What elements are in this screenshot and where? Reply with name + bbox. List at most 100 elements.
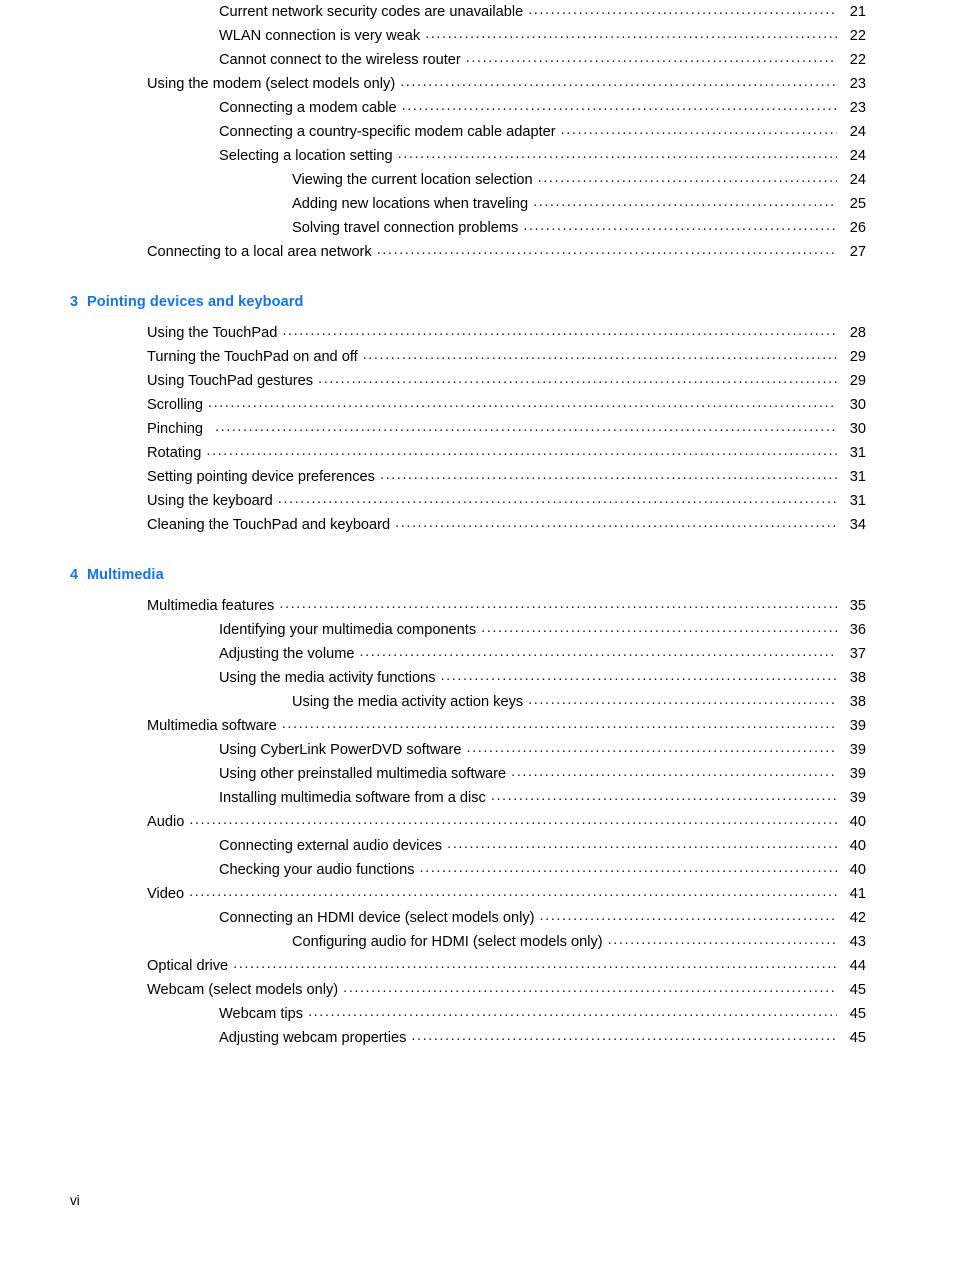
dot-leader xyxy=(206,446,837,460)
toc-entry[interactable]: Configuring audio for HDMI (select model… xyxy=(0,930,954,954)
toc-entry-title: Connecting to a local area network xyxy=(147,244,372,260)
table-of-contents: Current network security codes are unava… xyxy=(0,0,954,1050)
toc-entry[interactable]: Using other preinstalled multimedia soft… xyxy=(0,762,954,786)
toc-entry[interactable]: Solving travel connection problems 26 xyxy=(0,216,954,240)
toc-entry[interactable]: Multimedia software 39 xyxy=(0,714,954,738)
toc-entry[interactable]: Selecting a location setting 24 xyxy=(0,144,954,168)
toc-entry-title: Turning the TouchPad on and off xyxy=(147,349,358,365)
chapter-title: Multimedia xyxy=(87,567,164,583)
toc-entry[interactable]: Adding new locations when traveling 25 xyxy=(0,192,954,216)
toc-entry-page-number: 29 xyxy=(849,349,866,365)
toc-entry[interactable]: Identifying your multimedia components 36 xyxy=(0,618,954,642)
toc-entry[interactable]: Using the TouchPad 28 xyxy=(0,321,954,345)
toc-entry-title: Video xyxy=(147,886,185,902)
toc-entry-page-number: 40 xyxy=(849,814,866,830)
toc-entry-page-number: 43 xyxy=(849,934,866,950)
toc-entry[interactable]: Webcam (select models only) 45 xyxy=(0,978,954,1002)
toc-entry-title: Using the media activity functions xyxy=(219,670,436,686)
dot-leader xyxy=(377,245,837,259)
dot-leader xyxy=(395,518,837,532)
toc-entry-title: Solving travel connection problems xyxy=(292,220,519,236)
toc-entry-title: Configuring audio for HDMI (select model… xyxy=(292,934,603,950)
toc-entry-page-number: 42 xyxy=(849,910,866,926)
toc-entry-title: Current network security codes are unava… xyxy=(219,4,524,20)
toc-entry-page-number: 41 xyxy=(849,886,866,902)
chapter-heading[interactable]: 4 Multimedia xyxy=(0,563,954,587)
toc-entry[interactable]: Connecting a modem cable 23 xyxy=(0,96,954,120)
toc-entry[interactable]: Cleaning the TouchPad and keyboard 34 xyxy=(0,513,954,537)
toc-entry[interactable]: Pinching 30 xyxy=(0,417,954,441)
toc-entry-title: Connecting a modem cable xyxy=(219,100,397,116)
toc-entry-page-number: 31 xyxy=(849,469,866,485)
toc-entry-page-number: 31 xyxy=(849,493,866,509)
toc-entry[interactable]: Connecting a country-specific modem cabl… xyxy=(0,120,954,144)
toc-entry-page-number: 22 xyxy=(849,28,866,44)
toc-entry-page-number: 45 xyxy=(849,982,866,998)
toc-entry[interactable]: Video 41 xyxy=(0,882,954,906)
dot-leader xyxy=(308,1007,837,1021)
toc-entry[interactable]: Setting pointing device preferences 31 xyxy=(0,465,954,489)
toc-entry-title: Cleaning the TouchPad and keyboard xyxy=(147,517,391,533)
toc-entry-page-number: 29 xyxy=(849,373,866,389)
dot-leader xyxy=(540,911,837,925)
toc-entry[interactable]: Optical drive 44 xyxy=(0,954,954,978)
toc-entry[interactable]: Using CyberLink PowerDVD software 39 xyxy=(0,738,954,762)
toc-entry-title: Connecting external audio devices xyxy=(219,838,443,854)
toc-entry[interactable]: Adjusting the volume 37 xyxy=(0,642,954,666)
toc-entry-page-number: 44 xyxy=(849,958,866,974)
chapter-heading[interactable]: 3 Pointing devices and keyboard xyxy=(0,290,954,314)
toc-entry[interactable]: Adjusting webcam properties 45 xyxy=(0,1026,954,1050)
toc-entry[interactable]: Current network security codes are unava… xyxy=(0,0,954,24)
toc-entry[interactable]: Using the keyboard 31 xyxy=(0,489,954,513)
toc-entry[interactable]: Connecting an HDMI device (select models… xyxy=(0,906,954,930)
toc-entry[interactable]: Rotating 31 xyxy=(0,441,954,465)
dot-leader xyxy=(398,149,837,163)
toc-entry[interactable]: Webcam tips 45 xyxy=(0,1002,954,1026)
toc-entry-title: Adjusting webcam properties xyxy=(219,1030,407,1046)
toc-entry-title: Using the TouchPad xyxy=(147,325,278,341)
dot-leader xyxy=(538,173,837,187)
dot-leader xyxy=(528,5,837,19)
toc-entry[interactable]: Connecting to a local area network 27 xyxy=(0,240,954,264)
toc-entry[interactable]: Connecting external audio devices 40 xyxy=(0,834,954,858)
toc-entry-page-number: 38 xyxy=(849,694,866,710)
toc-entry[interactable]: Viewing the current location selection 24 xyxy=(0,168,954,192)
toc-entry[interactable]: Using the media activity functions 38 xyxy=(0,666,954,690)
toc-entry[interactable]: Using the media activity action keys 38 xyxy=(0,690,954,714)
toc-entry[interactable]: Scrolling 30 xyxy=(0,393,954,417)
toc-entry-page-number: 31 xyxy=(849,445,866,461)
toc-entry-page-number: 39 xyxy=(849,742,866,758)
toc-entry[interactable]: Cannot connect to the wireless router 22 xyxy=(0,48,954,72)
toc-entry[interactable]: Using the modem (select models only) 23 xyxy=(0,72,954,96)
toc-entry-page-number: 45 xyxy=(849,1030,866,1046)
toc-entry-page-number: 23 xyxy=(849,76,866,92)
toc-entry[interactable]: Multimedia features 35 xyxy=(0,594,954,618)
toc-entry-title: Selecting a location setting xyxy=(219,148,393,164)
toc-entry-page-number: 36 xyxy=(849,622,866,638)
toc-entry[interactable]: Using TouchPad gestures 29 xyxy=(0,369,954,393)
footer-page-number: vi xyxy=(70,1193,80,1208)
toc-entry-page-number: 30 xyxy=(849,421,866,437)
toc-entry-page-number: 21 xyxy=(849,4,866,20)
toc-entry-title: Using the modem (select models only) xyxy=(147,76,396,92)
toc-entry-title: Installing multimedia software from a di… xyxy=(219,790,486,806)
toc-entry[interactable]: Checking your audio functions 40 xyxy=(0,858,954,882)
toc-entry-title: Rotating xyxy=(147,445,202,461)
toc-entry[interactable]: Turning the TouchPad on and off 29 xyxy=(0,345,954,369)
dot-leader xyxy=(318,374,837,388)
toc-entry[interactable]: Audio 40 xyxy=(0,810,954,834)
dot-leader xyxy=(467,743,837,757)
dot-leader xyxy=(282,326,837,340)
toc-entry-page-number: 39 xyxy=(849,790,866,806)
toc-entry-page-number: 34 xyxy=(849,517,866,533)
dot-leader xyxy=(402,101,837,115)
toc-entry[interactable]: WLAN connection is very weak 22 xyxy=(0,24,954,48)
toc-entry-page-number: 22 xyxy=(849,52,866,68)
toc-entry-title: Scrolling xyxy=(147,397,203,413)
toc-entry-title: Cannot connect to the wireless router xyxy=(219,52,461,68)
dot-leader xyxy=(363,350,837,364)
chapter-title: Pointing devices and keyboard xyxy=(87,294,304,310)
toc-entry[interactable]: Installing multimedia software from a di… xyxy=(0,786,954,810)
